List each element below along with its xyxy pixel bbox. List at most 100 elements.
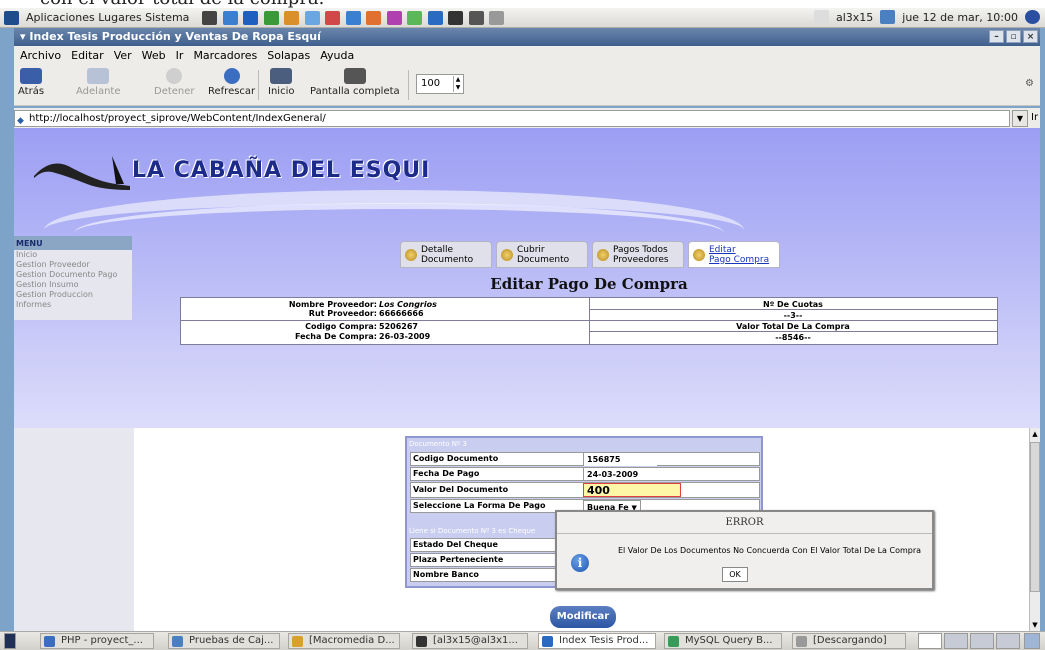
back-label: Atrás: [18, 86, 45, 97]
dialog-ok-button[interactable]: OK: [722, 567, 748, 582]
app-icon: [668, 636, 679, 647]
page-scrollbar[interactable]: ▲ ▼: [1029, 428, 1040, 631]
tab-label-line2: Documento: [421, 254, 474, 265]
side-menu-gestion-produccion[interactable]: Gestion Produccion: [14, 290, 132, 300]
taskbar-label: PHP - proyect_...: [61, 635, 143, 646]
terminal-icon: [416, 636, 427, 647]
scroll-down-icon[interactable]: ▼: [1030, 619, 1040, 631]
launcher-icon[interactable]: [325, 10, 341, 25]
table-divider: [589, 309, 997, 310]
home-icon: [270, 68, 293, 84]
workspace-1[interactable]: [918, 633, 942, 649]
toolbar-separator: [258, 70, 259, 100]
go-button[interactable]: Ir: [1031, 112, 1038, 123]
launcher-icon[interactable]: [407, 10, 423, 25]
launcher-icon[interactable]: [202, 10, 218, 25]
panel-menus[interactable]: Aplicaciones Lugares Sistema: [26, 11, 189, 24]
spin-arrows-icon[interactable]: ▲ ▼: [453, 76, 462, 92]
app-icon: [172, 636, 183, 647]
fecha-compra-label: Fecha De Compra:: [294, 332, 377, 341]
taskbar-label: [al3x15@al3x1...: [433, 635, 518, 646]
back-button[interactable]: Atrás: [18, 68, 44, 97]
forward-button[interactable]: Adelante: [76, 68, 120, 97]
power-icon[interactable]: [1025, 10, 1040, 24]
codigo-documento-field[interactable]: 156875: [583, 453, 657, 466]
app-icon: [542, 636, 553, 647]
side-menu-gestion-insumo[interactable]: Gestion Insumo: [14, 280, 132, 290]
taskbar-item[interactable]: [Macromedia D...: [288, 633, 400, 649]
taskbar-item[interactable]: MySQL Query B...: [664, 633, 782, 649]
window-menu-icon[interactable]: ▾: [20, 30, 26, 43]
tab-pagos-todos-proveedores[interactable]: Pagos Todos Proveedores: [592, 241, 684, 268]
url-input[interactable]: ◆ http://localhost/proyect_siprove/WebCo…: [14, 110, 1010, 127]
fecha-pago-field[interactable]: 24-03-2009: [583, 468, 657, 481]
tab-editar-pago-compra[interactable]: Editar Pago Compra: [688, 241, 780, 268]
menu-solapas[interactable]: Solapas: [267, 49, 310, 62]
menu-archivo[interactable]: Archivo: [20, 49, 61, 62]
word-icon[interactable]: [243, 10, 259, 25]
home-button[interactable]: Inicio: [268, 68, 294, 97]
launcher-icon[interactable]: [304, 10, 320, 25]
minimize-button[interactable]: –: [989, 30, 1004, 43]
tab-cubrir-documento[interactable]: Cubrir Documento: [496, 241, 588, 268]
workspace-4[interactable]: [996, 633, 1020, 649]
modificar-button[interactable]: Modificar: [550, 606, 616, 628]
terminal-icon[interactable]: [448, 10, 464, 25]
scroll-thumb[interactable]: [1030, 442, 1040, 592]
side-menu-gestion-documento-pago[interactable]: Gestion Documento Pago: [14, 270, 132, 280]
launcher-icon[interactable]: [366, 10, 382, 25]
tab-label: Editar Pago Compra: [709, 245, 769, 265]
launcher-icon[interactable]: [468, 10, 484, 25]
launcher-icon[interactable]: [345, 10, 361, 25]
reload-button[interactable]: Refrescar: [208, 68, 255, 97]
network-icon[interactable]: [813, 10, 829, 24]
stop-button[interactable]: Detener: [154, 68, 195, 97]
workspace-3[interactable]: [970, 633, 994, 649]
taskbar-item[interactable]: [al3x15@al3x1...: [412, 633, 528, 649]
panel-clock[interactable]: jue 12 de mar, 10:00: [902, 11, 1018, 24]
browser-menubar: Archivo Editar Ver Web Ir Marcadores Sol…: [14, 46, 1040, 64]
side-menu-informes[interactable]: Informes: [14, 300, 132, 310]
launcher-icon[interactable]: [284, 10, 300, 25]
fullscreen-button[interactable]: Pantalla completa: [310, 68, 400, 97]
tab-label-line2: Documento: [517, 254, 570, 265]
launcher-icon[interactable]: [386, 10, 402, 25]
show-desktop-icon[interactable]: [4, 633, 16, 649]
signal-icon[interactable]: [880, 10, 896, 24]
spreadsheet-icon[interactable]: [263, 10, 279, 25]
stop-icon: [166, 68, 183, 84]
side-menu-gestion-proveedor[interactable]: Gestion Proveedor: [14, 260, 132, 270]
field-label: Seleccione La Forma De Pago: [413, 501, 546, 510]
menu-editar[interactable]: Editar: [71, 49, 104, 62]
menu-ayuda[interactable]: Ayuda: [320, 49, 354, 62]
window-title-bar: ▾ Index Tesis Producción y Ventas De Rop…: [14, 28, 1040, 46]
workspace-2[interactable]: [944, 633, 968, 649]
menu-ir[interactable]: Ir: [176, 49, 184, 62]
taskbar-label: [Macromedia D...: [309, 635, 395, 646]
launcher-icon[interactable]: [489, 10, 505, 25]
firefox-icon[interactable]: [427, 10, 443, 25]
trash-icon[interactable]: [1024, 633, 1040, 649]
foot-menu-icon[interactable]: [4, 10, 19, 25]
menu-web[interactable]: Web: [142, 49, 166, 62]
maximize-button[interactable]: ▫: [1006, 30, 1021, 43]
scroll-up-icon[interactable]: ▲: [1030, 428, 1040, 440]
zoom-spinner[interactable]: 100 ▲ ▼: [416, 74, 464, 94]
panel-user[interactable]: al3x15: [836, 11, 873, 24]
taskbar-item[interactable]: [Descargando]: [792, 633, 906, 649]
field-label: Valor Del Documento: [413, 485, 509, 494]
taskbar-item[interactable]: Index Tesis Prod...: [538, 633, 656, 649]
launcher-icon[interactable]: [222, 10, 238, 25]
tab-detalle-documento[interactable]: Detalle Documento: [400, 241, 492, 268]
menu-marcadores[interactable]: Marcadores: [193, 49, 257, 62]
url-dropdown-button[interactable]: ▼: [1012, 110, 1028, 127]
side-menu-inicio[interactable]: Inicio: [14, 250, 132, 260]
taskbar-item[interactable]: PHP - proyect_...: [40, 633, 154, 649]
close-button[interactable]: ×: [1023, 30, 1038, 43]
valor-documento-input[interactable]: 400: [583, 483, 681, 497]
users-icon: [597, 248, 609, 261]
tab-label-line2: Pago Compra: [709, 254, 770, 265]
menu-ver[interactable]: Ver: [114, 49, 132, 62]
taskbar-item[interactable]: Pruebas de Caj...: [168, 633, 280, 649]
zoom-value: 100: [421, 78, 441, 89]
